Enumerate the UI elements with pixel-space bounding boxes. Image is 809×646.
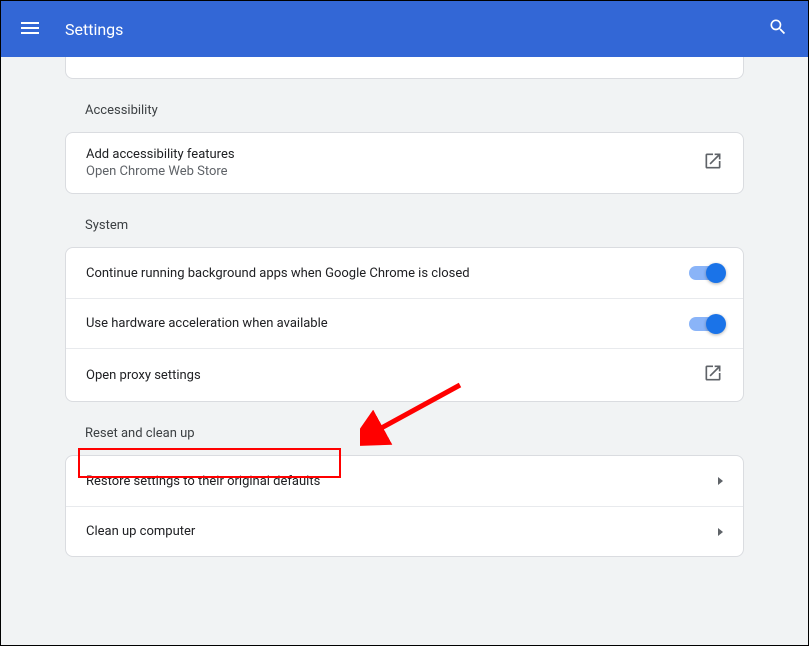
row-text: Restore settings to their original defau… bbox=[86, 474, 718, 489]
row-hardware-accel[interactable]: Use hardware acceleration when available bbox=[66, 298, 743, 348]
row-label: Use hardware acceleration when available bbox=[86, 316, 689, 331]
page-title: Settings bbox=[65, 20, 123, 39]
search-icon[interactable] bbox=[768, 17, 788, 41]
content-area[interactable]: Accessibility Add accessibility features… bbox=[1, 57, 808, 645]
row-label: Open proxy settings bbox=[86, 368, 703, 383]
row-background-apps[interactable]: Continue running background apps when Go… bbox=[66, 248, 743, 298]
row-add-accessibility[interactable]: Add accessibility features Open Chrome W… bbox=[66, 133, 743, 193]
external-link-icon bbox=[703, 363, 723, 387]
toggle-background-apps[interactable] bbox=[689, 266, 723, 280]
row-text: Add accessibility features Open Chrome W… bbox=[86, 147, 703, 179]
menu-icon[interactable] bbox=[21, 19, 41, 39]
row-sublabel: Open Chrome Web Store bbox=[86, 164, 703, 179]
row-label: Restore settings to their original defau… bbox=[86, 474, 718, 489]
row-text: Open proxy settings bbox=[86, 368, 703, 383]
previous-card-bottom bbox=[65, 57, 744, 79]
section-reset: Reset and clean up Restore settings to t… bbox=[65, 402, 744, 557]
header-left: Settings bbox=[21, 19, 123, 39]
card-accessibility: Add accessibility features Open Chrome W… bbox=[65, 132, 744, 194]
section-accessibility: Accessibility Add accessibility features… bbox=[65, 79, 744, 194]
row-text: Clean up computer bbox=[86, 524, 718, 539]
row-label: Clean up computer bbox=[86, 524, 718, 539]
row-cleanup-computer[interactable]: Clean up computer bbox=[66, 506, 743, 556]
card-system: Continue running background apps when Go… bbox=[65, 247, 744, 402]
section-title-accessibility: Accessibility bbox=[65, 79, 744, 132]
row-restore-defaults[interactable]: Restore settings to their original defau… bbox=[66, 456, 743, 506]
row-proxy-settings[interactable]: Open proxy settings bbox=[66, 348, 743, 401]
app-header: Settings bbox=[1, 1, 808, 57]
section-system: System Continue running background apps … bbox=[65, 194, 744, 402]
row-label: Continue running background apps when Go… bbox=[86, 266, 689, 281]
section-title-system: System bbox=[65, 194, 744, 247]
card-reset: Restore settings to their original defau… bbox=[65, 455, 744, 557]
row-text: Continue running background apps when Go… bbox=[86, 266, 689, 281]
section-title-reset: Reset and clean up bbox=[65, 402, 744, 455]
chevron-right-icon bbox=[718, 477, 723, 485]
chevron-right-icon bbox=[718, 528, 723, 536]
toggle-hardware-accel[interactable] bbox=[689, 317, 723, 331]
row-label: Add accessibility features bbox=[86, 147, 703, 162]
external-link-icon bbox=[703, 151, 723, 175]
row-text: Use hardware acceleration when available bbox=[86, 316, 689, 331]
